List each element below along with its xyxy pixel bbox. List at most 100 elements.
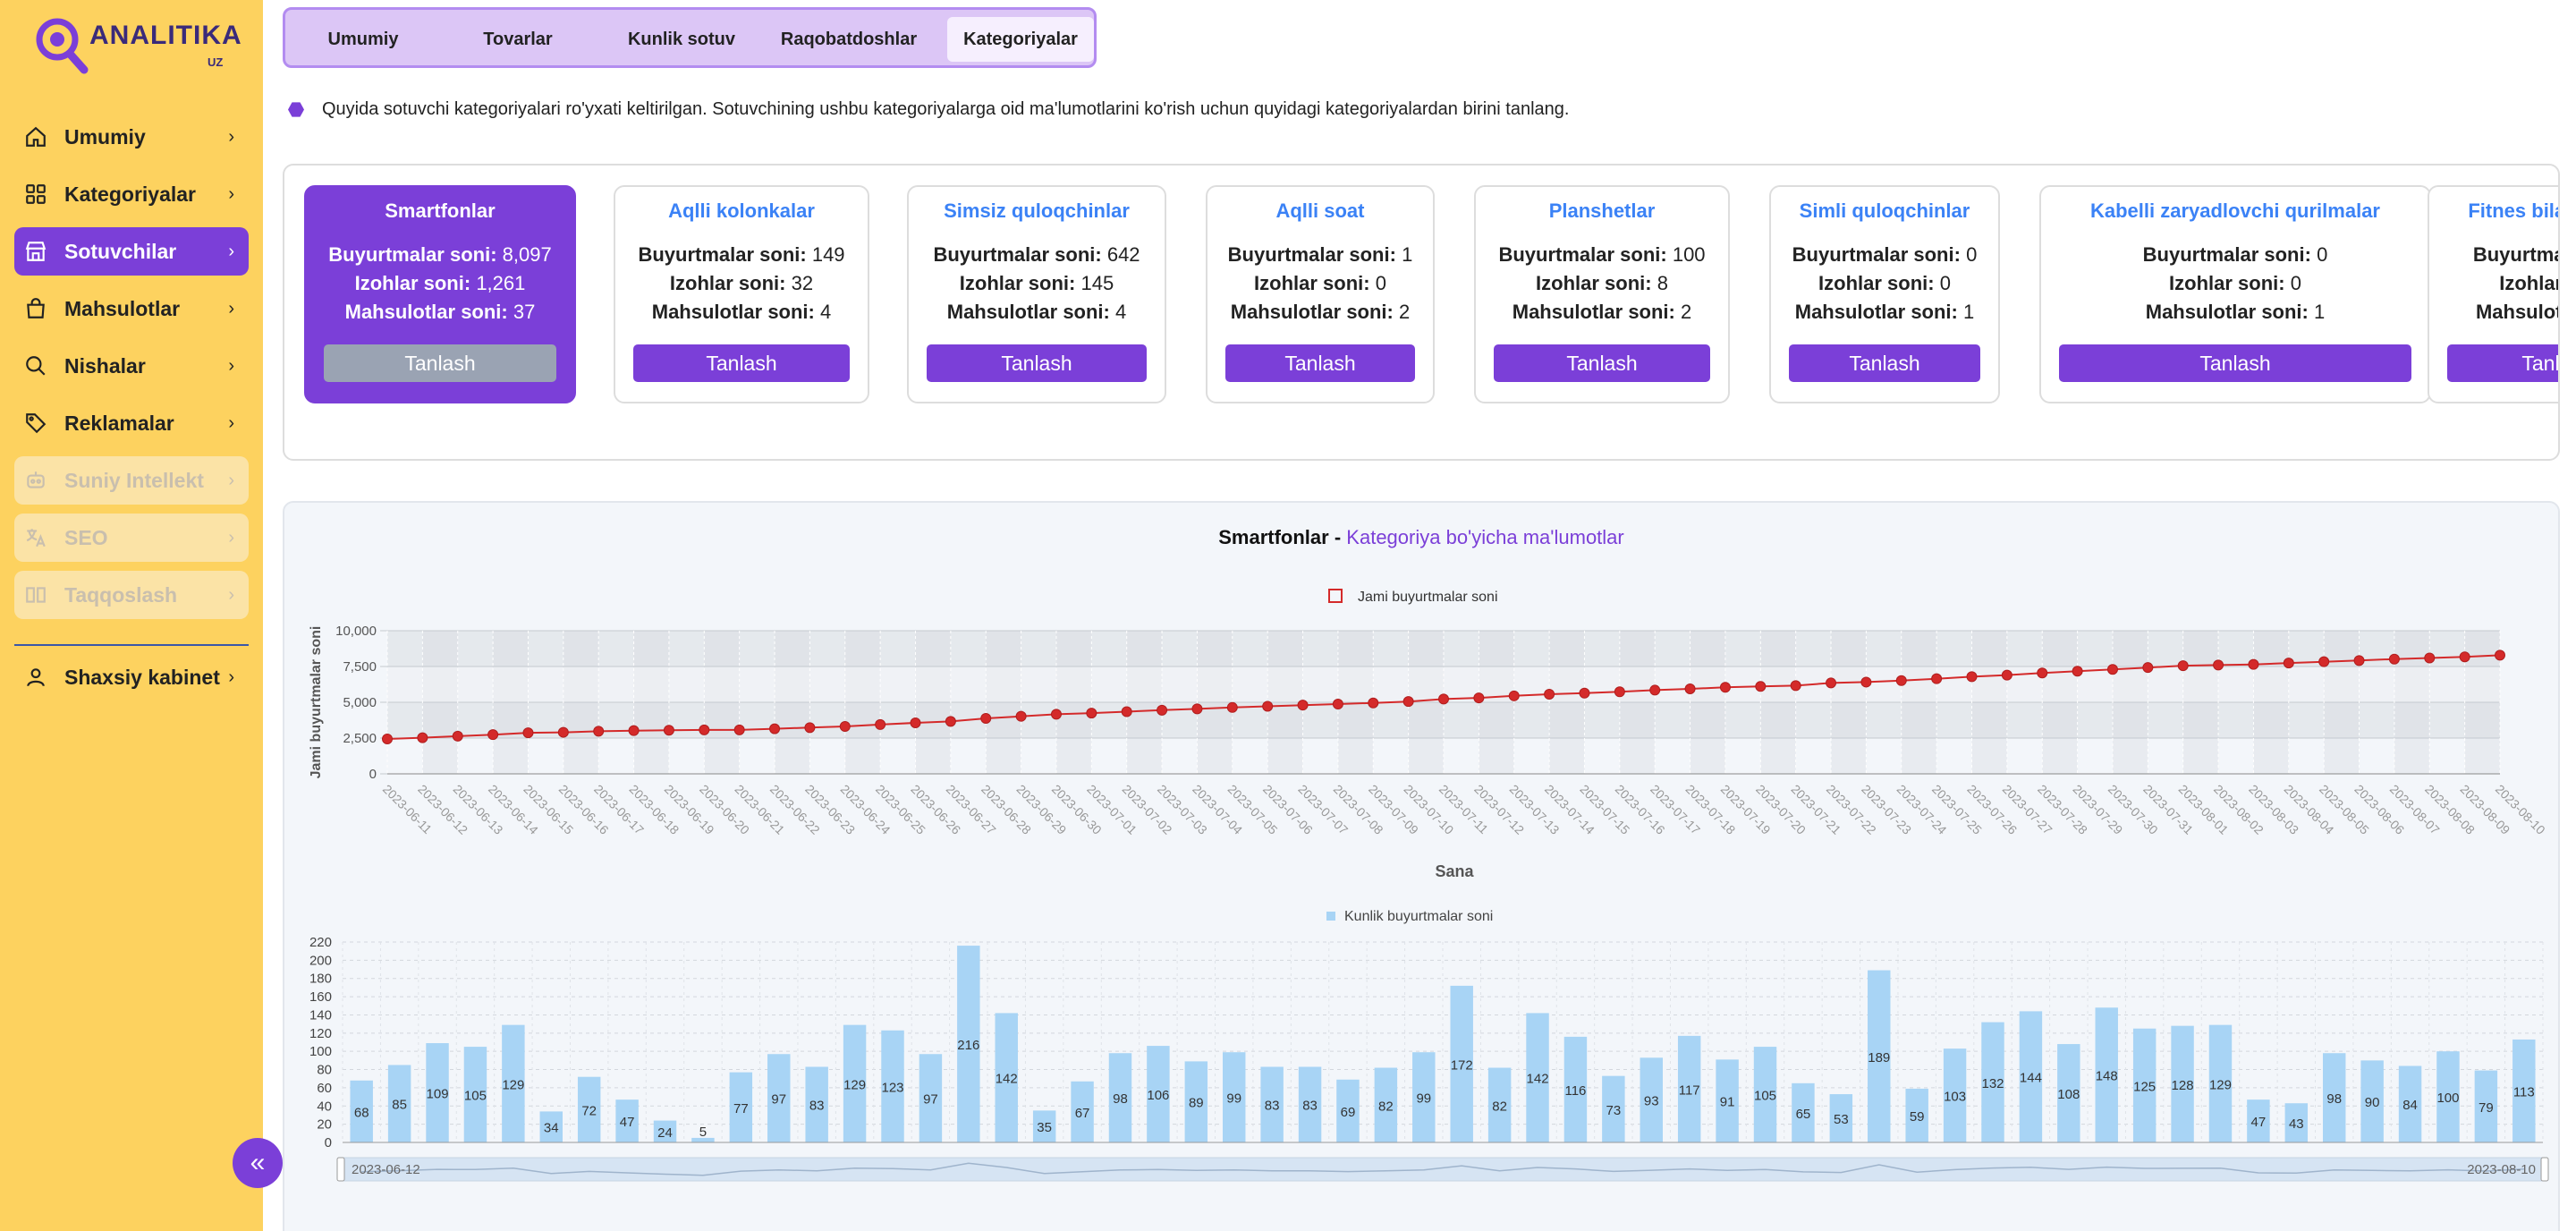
category-card-aqlli-soat[interactable]: Aqlli soat Buyurtmalar soni: 1 Izohlar s… — [1206, 185, 1435, 403]
products-row: Mahsulotlar soni: 2 — [1208, 298, 1433, 327]
line-chart-point — [452, 730, 463, 742]
line-chart-point — [1015, 710, 1027, 722]
category-title: Planshetlar — [1548, 200, 1656, 222]
select-button[interactable]: Tanlash — [324, 344, 556, 382]
bar-chart-range-slider — [342, 1157, 2544, 1182]
sidebar-item-reklamalar[interactable]: Reklamalar › — [14, 399, 249, 447]
select-button[interactable]: Tanlash — [633, 344, 850, 382]
line-chart-point — [1332, 699, 1343, 710]
bar-chart-y-tick: 140 — [309, 1007, 332, 1023]
products-value: 4 — [820, 301, 832, 323]
line-chart-point — [1050, 709, 1062, 720]
products-value: 2 — [1399, 301, 1411, 323]
line-chart-point — [1121, 706, 1132, 717]
line-chart-point — [945, 716, 956, 727]
category-card-aqlli-kolonkalar[interactable]: Aqlli kolonkalar Buyurtmalar soni: 149 I… — [614, 185, 869, 403]
orders-row: Buyurtmalar soni: 1 — [1208, 241, 1433, 269]
select-button[interactable]: Tanlash — [2059, 344, 2411, 382]
logo[interactable]: ANALITIKA UZ — [34, 16, 242, 79]
tab-kunlik-sotuv[interactable]: Kunlik sotuv — [610, 17, 753, 62]
line-chart-point — [1649, 684, 1661, 696]
chevron-right-icon: › — [228, 666, 234, 687]
bar-chart-data-label: 82 — [1492, 1099, 1507, 1114]
bar-chart-data-label: 98 — [2326, 1091, 2342, 1107]
chevron-right-icon: › — [228, 355, 234, 376]
bar-chart-y-tick: 40 — [317, 1099, 332, 1114]
reviews-row: Izohlar soni: 0 — [1208, 269, 1433, 298]
bar-chart-data-label: 100 — [2436, 1091, 2459, 1106]
orders-label: Buyurtmalar soni: — [2472, 243, 2558, 266]
sidebar-item-mahsulotlar[interactable]: Mahsulotlar › — [14, 284, 249, 333]
bar-chart-data-label: 72 — [581, 1103, 597, 1118]
select-button[interactable]: Tanlash — [927, 344, 1147, 382]
bar-chart-data-label: 69 — [1341, 1105, 1356, 1120]
tab-tovarlar[interactable]: Tovarlar — [460, 17, 576, 62]
line-chart-point — [663, 725, 674, 736]
sidebar-item-nishalar[interactable]: Nishalar › — [14, 342, 249, 390]
reviews-value: 0 — [1939, 272, 1951, 294]
tab-kategoriyalar[interactable]: Kategoriyalar — [947, 17, 1094, 62]
bar-chart-data-label: 109 — [427, 1087, 449, 1102]
line-chart-point — [1684, 683, 1696, 694]
reviews-row: Izohlar soni: 1,261 — [306, 269, 574, 298]
sidebar-item-label: Umumiy — [64, 124, 146, 149]
orders-label: Buyurtmalar soni: — [2142, 243, 2311, 266]
info-text: Quyida sotuvchi kategoriyalari ro'yxati … — [322, 99, 1570, 119]
line-chart-point — [2424, 652, 2436, 664]
bar-chart-data-label: 125 — [2133, 1079, 2156, 1094]
line-chart-point — [804, 722, 816, 734]
line-chart-point — [628, 725, 640, 736]
sidebar-item-kategoriyalar[interactable]: Kategoriyalar › — [14, 170, 249, 218]
select-button[interactable]: Tanlash — [1494, 344, 1710, 382]
grid-icon — [23, 182, 48, 207]
line-chart-point — [769, 723, 781, 734]
orders-row: Buyurtmalar soni: 642 — [909, 241, 1165, 269]
sidebar-item-label: Mahsulotlar — [64, 296, 181, 320]
info-message: Quyida sotuvchi kategoriyalari ro'yxati … — [288, 99, 1569, 120]
line-chart-point — [2142, 662, 2154, 674]
sidebar-collapse-button[interactable]: « — [233, 1138, 283, 1188]
select-button[interactable]: Tanlash — [1789, 344, 1980, 382]
bar-chart-y-tick: 80 — [317, 1063, 332, 1078]
orders-label: Buyurtmalar soni: — [933, 243, 1102, 266]
line-chart-point — [1262, 700, 1274, 712]
reviews-label: Izohlar soni: — [354, 272, 471, 294]
brand-suffix: UZ — [208, 55, 224, 69]
sidebar: ANALITIKA UZ Umumiy › Kategoriyalar › So… — [0, 0, 263, 1231]
chevron-right-icon: › — [228, 470, 234, 490]
category-card-simsiz-quloqchinlar[interactable]: Simsiz quloqchinlar Buyurtmalar soni: 64… — [907, 185, 1166, 403]
products-row: Mahsulotlar soni: 4 — [909, 298, 1165, 327]
line-chart-point — [2318, 656, 2330, 667]
bar-chart-y-tick: 0 — [325, 1135, 332, 1150]
category-card-simli-quloqchinlar[interactable]: Simli quloqchinlar Buyurtmalar soni: 0 I… — [1769, 185, 2000, 403]
line-chart-y-tick: 2,500 — [343, 731, 377, 746]
bar-chart-data-label: 83 — [1302, 1099, 1318, 1114]
robot-icon — [23, 468, 48, 493]
category-card-kabelli-zaryadlovchi[interactable]: Kabelli zaryadlovchi qurilmalar Buyurtma… — [2039, 185, 2431, 403]
bar-chart-data-label: 129 — [843, 1077, 866, 1092]
bar-chart-data-label: 172 — [1451, 1057, 1473, 1073]
select-button[interactable]: Tanlash — [2447, 344, 2558, 382]
products-label: Mahsulotlar soni: — [1230, 301, 1394, 323]
line-chart-point — [1297, 700, 1309, 711]
tab-umumiy[interactable]: Umumiy — [305, 17, 421, 62]
sidebar-item-shaxsiy-kabinet[interactable]: Shaxsiy kabinet › — [14, 653, 249, 701]
sidebar-item-umumiy[interactable]: Umumiy › — [14, 113, 249, 161]
category-card-smartfonlar[interactable]: Smartfonlar Buyurtmalar soni: 8,097 Izoh… — [304, 185, 576, 403]
orders-label: Buyurtmalar soni: — [1792, 243, 1961, 266]
orders-label: Buyurtmalar soni: — [1498, 243, 1667, 266]
orders-value: 8,097 — [502, 243, 552, 266]
translate-icon — [23, 525, 48, 550]
bar-chart-y-tick: 60 — [317, 1081, 332, 1096]
line-chart-y-tick: 5,000 — [343, 695, 377, 710]
select-button[interactable]: Tanlash — [1225, 344, 1415, 382]
tab-raqobatdoshlar[interactable]: Raqobatdoshlar — [764, 17, 934, 62]
orders-row: Buyurtmalar soni: 8,097 — [306, 241, 574, 269]
category-card-planshetlar[interactable]: Planshetlar Buyurtmalar soni: 100 Izohla… — [1474, 185, 1730, 403]
orders-row: Buyurtmalar soni: 0 — [2041, 241, 2429, 269]
category-card-fitnes-bilaguzuklar[interactable]: Fitnes bilaguzuklar Buyurtmalar soni: Iz… — [2428, 185, 2558, 403]
line-chart-point — [733, 724, 745, 735]
sidebar-item-label: SEO — [64, 525, 108, 549]
sidebar-item-sotuvchilar[interactable]: Sotuvchilar › — [14, 227, 249, 276]
orders-value: 149 — [811, 243, 845, 266]
